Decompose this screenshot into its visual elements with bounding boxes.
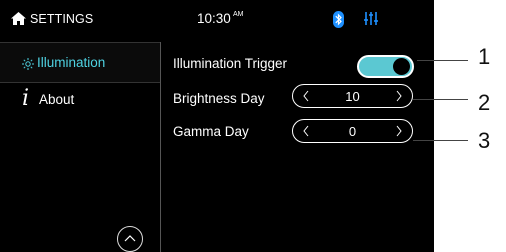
callout-number-1: 1 xyxy=(478,44,491,69)
info-icon: i xyxy=(22,86,30,111)
sun-icon xyxy=(22,57,34,70)
gamma-day-stepper[interactable]: 0 xyxy=(292,119,413,143)
device-screen: SETTINGS 10:30 AM Illumination i About I… xyxy=(0,0,434,252)
illumination-trigger-label: Illumination Trigger xyxy=(173,56,288,71)
callout-line-3 xyxy=(413,140,468,141)
brightness-day-stepper[interactable]: 10 xyxy=(292,84,413,108)
callout-number-2: 2 xyxy=(478,90,491,115)
status-title: SETTINGS xyxy=(30,12,94,26)
illumination-trigger-toggle[interactable] xyxy=(357,55,414,78)
status-ampm: AM xyxy=(233,11,244,18)
scroll-up-button[interactable] xyxy=(117,226,143,252)
callout-line-2 xyxy=(413,99,468,100)
gamma-day-label: Gamma Day xyxy=(173,124,249,139)
home-icon[interactable] xyxy=(11,12,26,25)
chevron-right-icon[interactable] xyxy=(395,90,403,102)
sidebar-item-about[interactable]: About xyxy=(39,92,74,107)
chevron-right-icon[interactable] xyxy=(395,125,403,137)
brightness-day-label: Brightness Day xyxy=(173,91,265,106)
sidebar-divider xyxy=(160,42,161,252)
callout-line-1 xyxy=(417,60,468,61)
equalizer-icon[interactable] xyxy=(364,11,378,26)
status-bar: SETTINGS 10:30 AM xyxy=(0,0,434,38)
sidebar-item-illumination[interactable]: Illumination xyxy=(37,55,105,70)
status-time: 10:30 xyxy=(197,11,231,26)
callout-number-3: 3 xyxy=(478,128,491,153)
bluetooth-icon[interactable] xyxy=(333,11,344,28)
chevron-up-icon xyxy=(124,235,136,242)
toggle-knob xyxy=(393,58,410,75)
